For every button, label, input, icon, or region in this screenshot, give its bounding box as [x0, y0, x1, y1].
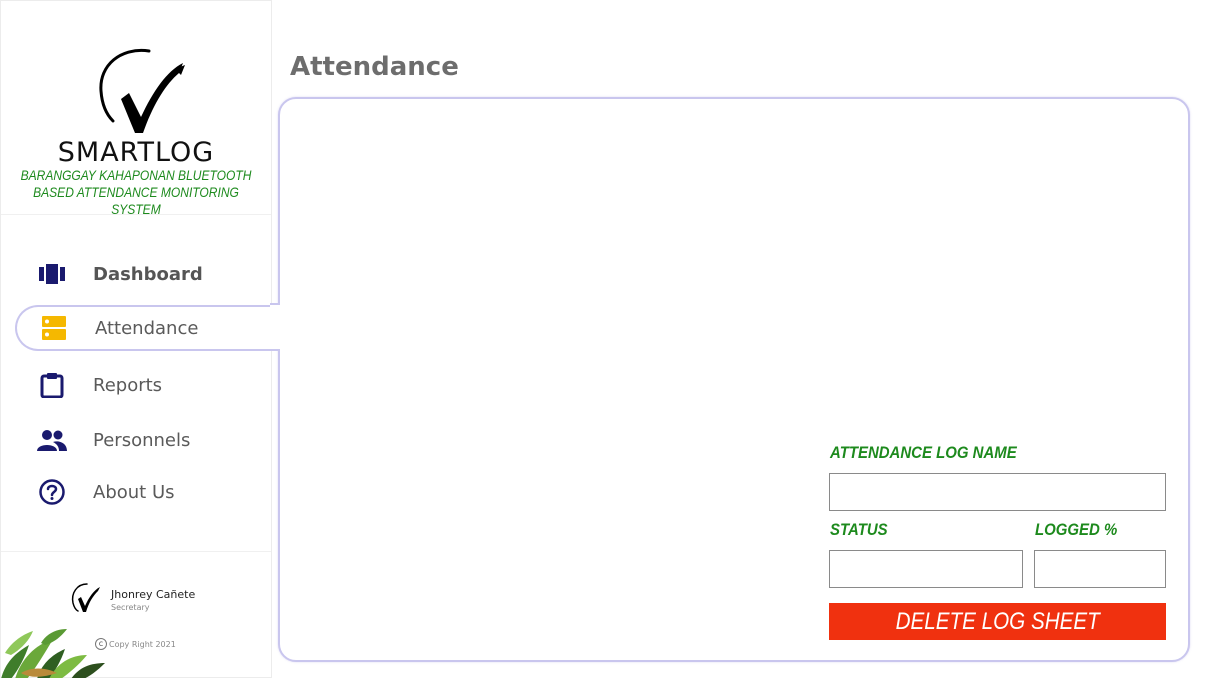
clipboard-icon [37, 370, 67, 400]
user-name: Jhonrey Cañete [111, 588, 196, 601]
tagline-line-2: BASED ATTENDANCE MONITORING SYSTEM [33, 184, 239, 217]
sidebar-item-reports[interactable]: Reports [15, 362, 279, 408]
tab-connector [270, 304, 282, 350]
logged-percent-input[interactable] [1034, 550, 1166, 588]
sidebar-item-label: Attendance [95, 317, 199, 339]
sidebar-item-label: Reports [93, 374, 163, 396]
status-input[interactable] [829, 550, 1023, 588]
logo-area: SMARTLOG BARANGGAY KAHAPONAN BLUETOOTH B… [1, 1, 271, 218]
copyright-text: Copy Right 2021 [109, 639, 176, 649]
brand-tagline: BARANGGAY KAHAPONAN BLUETOOTH BASED ATTE… [20, 167, 252, 218]
sidebar-item-dashboard[interactable]: Dashboard [15, 251, 279, 297]
sidebar-item-label: Dashboard [93, 263, 203, 285]
sidebar: SMARTLOG BARANGGAY KAHAPONAN BLUETOOTH B… [0, 0, 279, 678]
user-avatar-icon [71, 583, 100, 612]
tab-border-top [270, 303, 280, 305]
sidebar-divider [1, 551, 271, 552]
sidebar-item-label: Personnels [93, 429, 191, 451]
user-role: Secretary [111, 603, 150, 612]
tagline-line-1: BARANGGAY KAHAPONAN BLUETOOTH [20, 167, 252, 183]
checkmark-logo-icon [99, 48, 185, 133]
sidebar-item-about-us[interactable]: About Us [15, 469, 279, 515]
leaves-decoration-icon [1, 629, 105, 678]
page-title: Attendance [290, 52, 459, 82]
attendance-icon [39, 313, 69, 343]
status-label: STATUS [830, 520, 888, 539]
sidebar-item-label: About Us [93, 481, 175, 503]
delete-log-sheet-button[interactable]: DELETE LOG SHEET [829, 603, 1166, 640]
delete-button-label: DELETE LOG SHEET [895, 607, 1100, 635]
sidebar-item-attendance[interactable]: Attendance [15, 305, 279, 351]
log-name-label: ATTENDANCE LOG NAME [830, 443, 1017, 462]
sidebar-item-personnels[interactable]: Personnels [15, 417, 279, 463]
help-icon [37, 477, 67, 507]
dashboard-icon [37, 259, 67, 289]
log-name-input[interactable] [829, 473, 1166, 511]
people-icon [37, 425, 67, 455]
tab-border-bottom [270, 349, 280, 351]
logged-percent-label: LOGGED % [1035, 520, 1118, 539]
brand-name: SMARTLOG [57, 137, 215, 168]
